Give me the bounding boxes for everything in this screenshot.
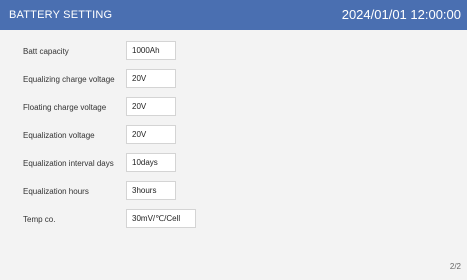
title-bar: BATTERY SETTING 2024/01/01 12:00:00 — [0, 0, 467, 30]
equalization-voltage-label: Equalization voltage — [23, 131, 95, 140]
temp-coefficient-field[interactable]: 30mV/℃/Cell — [126, 209, 196, 228]
equalization-hours-label: Equalization hours — [23, 187, 89, 196]
floating-charge-voltage-label: Floating charge voltage — [23, 103, 107, 112]
equalization-interval-days-label: Equalization interval days — [23, 159, 114, 168]
floating-charge-voltage-field[interactable]: 20V — [126, 97, 176, 116]
page-title: BATTERY SETTING — [9, 9, 113, 21]
batt-capacity-label: Batt capacity — [23, 47, 69, 56]
equalization-voltage-field[interactable]: 20V — [126, 125, 176, 144]
equalizing-charge-voltage-field[interactable]: 20V — [126, 69, 176, 88]
page-indicator: 2/2 — [449, 262, 461, 271]
equalizing-charge-voltage-label: Equalizing charge voltage — [23, 75, 115, 84]
equalization-interval-days-field[interactable]: 10days — [126, 153, 176, 172]
batt-capacity-field[interactable]: 1000Ah — [126, 41, 176, 60]
temp-coefficient-label: Temp co. — [23, 215, 56, 224]
equalization-hours-field[interactable]: 3hours — [126, 181, 176, 200]
clock-readout: 2024/01/01 12:00:00 — [341, 7, 461, 22]
